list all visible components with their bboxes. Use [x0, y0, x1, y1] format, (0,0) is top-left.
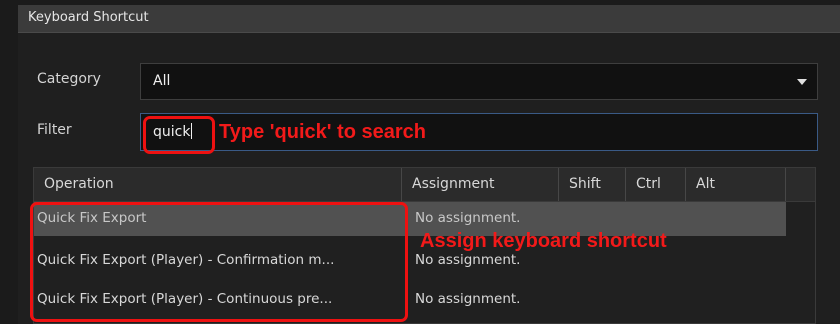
assignment-cell[interactable]: No assignment. — [415, 210, 520, 226]
category-value: All — [153, 73, 171, 89]
dialog-titlebar: Keyboard Shortcut — [18, 5, 840, 33]
filter-highlight-box — [143, 116, 215, 154]
column-header-ctrl[interactable]: Ctrl — [626, 168, 686, 201]
column-header-assignment[interactable]: Assignment — [402, 168, 559, 201]
column-header-alt[interactable]: Alt — [686, 168, 786, 201]
search-hint-annotation: Type 'quick' to search — [219, 121, 426, 143]
assign-hint-annotation: Assign keyboard shortcut — [420, 230, 667, 252]
assignment-cell[interactable]: No assignment. — [415, 252, 520, 268]
category-label: Category — [37, 71, 101, 87]
column-header-operation[interactable]: Operation — [34, 168, 402, 201]
category-dropdown[interactable]: All — [140, 63, 818, 100]
table-header: Operation Assignment Shift Ctrl Alt — [34, 168, 815, 202]
assignment-cell[interactable]: No assignment. — [415, 291, 520, 307]
dialog-title: Keyboard Shortcut — [28, 10, 149, 25]
operations-highlight-box — [30, 202, 408, 322]
chevron-down-icon[interactable] — [797, 79, 807, 85]
column-header-shift[interactable]: Shift — [559, 168, 626, 201]
filter-label: Filter — [37, 122, 72, 138]
